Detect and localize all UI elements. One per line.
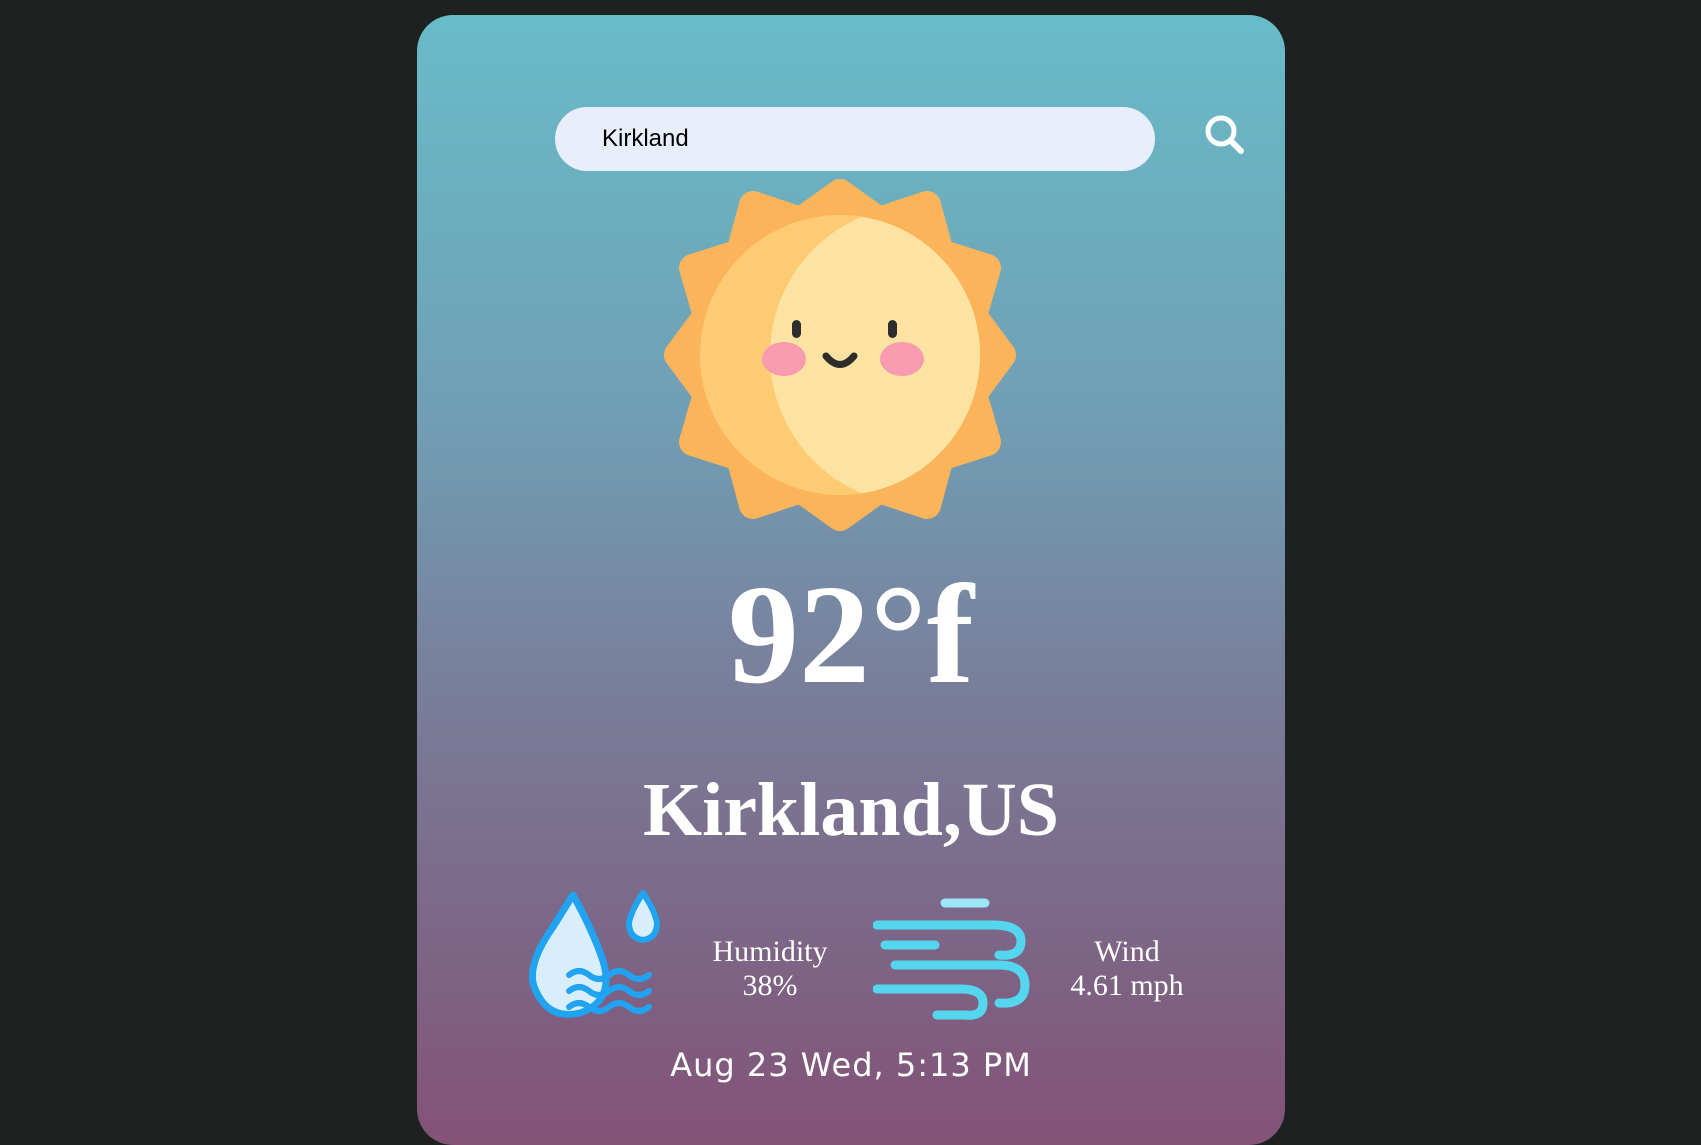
- smiling-sun-icon: [664, 179, 1016, 531]
- wind-value: 4.61 mph: [1070, 969, 1184, 1002]
- humidity-value: 38%: [742, 969, 798, 1002]
- temperature: 92°f: [727, 555, 975, 713]
- wind-icon: [873, 898, 1030, 1020]
- date-time: Aug 23 Wed, 5:13 PM: [670, 1046, 1032, 1084]
- search-input[interactable]: [555, 107, 1155, 171]
- location-name: Kirkland,US: [642, 768, 1060, 852]
- humidity-label: Humidity: [712, 935, 828, 968]
- search-button[interactable]: [1197, 107, 1257, 167]
- weather-card: 92°f Kirkland,US Humidity 38% Wind 4.61 …: [417, 15, 1285, 1145]
- humidity-icon: [528, 890, 660, 1018]
- wind-label: Wind: [1094, 935, 1160, 968]
- humidity-detail: Humidity 38%: [680, 935, 860, 1003]
- wind-detail: Wind 4.61 mph: [1037, 935, 1217, 1003]
- search-icon: [1205, 115, 1244, 154]
